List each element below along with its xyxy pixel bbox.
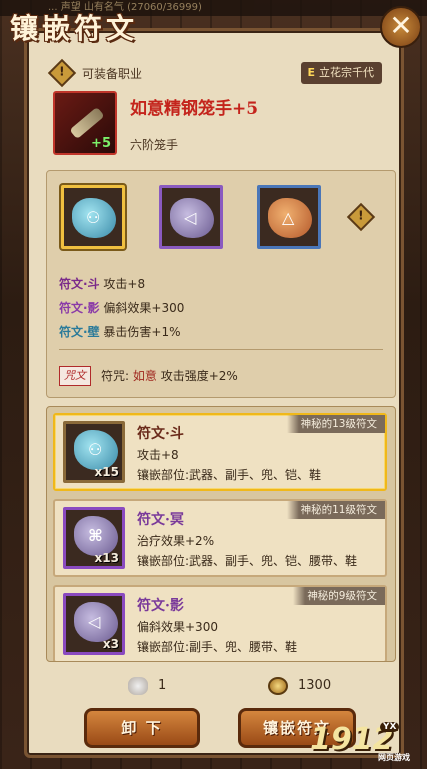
rune-stat: 攻击+8 [137, 448, 179, 462]
orange-rune-stone-icon: △ [268, 198, 312, 238]
item-name: 如意精钢笼手+5 [130, 99, 259, 119]
socket-info-icon[interactable]: ! [346, 202, 376, 232]
rune-item-icon: ◁ x3 [63, 593, 125, 655]
item-subtitle: 六阶笼手 [130, 138, 179, 152]
rune-name: 符文·斗 [137, 426, 184, 442]
curse-line: 符咒: 如意 攻击强度+2% [101, 367, 238, 384]
rune-slots: 镶嵌部位:武器、副手、兜、铠、鞋 [137, 468, 322, 482]
rune-level-tag: 神秘的13级符文 [286, 415, 385, 433]
rune-list[interactable]: ⚇ x15 符文·斗 神秘的13级符文 攻击+8 镶嵌部位:武器、副手、兜、铠、… [46, 406, 396, 662]
rune-item-icon: ⚇ x15 [63, 421, 125, 483]
coin-icon [268, 676, 288, 695]
curse-rune: 如意 [132, 369, 157, 383]
socket-stat-effect: 攻击+8 [103, 277, 146, 291]
curse-label: 符咒: [101, 369, 130, 383]
rune-list-item[interactable]: ⌘ x13 符文·冥 神秘的11级符文 治疗效果+2% 镶嵌部位:武器、副手、兜… [53, 499, 387, 577]
close-icon: ✕ [389, 9, 413, 42]
class-badge-letter: E [307, 66, 315, 79]
class-row: ! 可装备职业 E 立花宗千代 [47, 58, 392, 87]
gauntlet-icon [69, 106, 105, 140]
site-watermark-logo: 1912 YX 网页游戏 [310, 722, 422, 766]
socket-panel: ⚇ ◁ △ ! 符文·斗 攻击+8 符文·影 偏斜效果+300 符文·壁 暴击伤… [46, 170, 396, 398]
socket-stat-effect: 偏斜效果+300 [103, 301, 185, 315]
curse-tag: 咒文 [59, 366, 91, 386]
rune-socket-2[interactable]: ◁ [159, 185, 223, 249]
purple-rune-stone-icon: ◁ [74, 602, 118, 642]
coin-amount: 1300 [298, 678, 332, 693]
rune-level-tag: 神秘的11级符文 [286, 501, 385, 519]
rune-socket-3[interactable]: △ [257, 185, 321, 249]
divider [59, 349, 383, 350]
teal-rune-stone-icon: ⚇ [72, 198, 116, 238]
purple-rune-stone-icon: ◁ [170, 198, 214, 238]
rune-socket-1[interactable]: ⚇ [61, 185, 125, 249]
curse-effect: 攻击强度+2% [160, 369, 238, 383]
socket-stat-1: 符文·斗 攻击+8 [59, 275, 145, 292]
socket-stat-rune: 符文·斗 [59, 277, 100, 291]
socket-stat-rune: 符文·壁 [59, 325, 100, 339]
rune-slots: 镶嵌部位:副手、兜、腰带、鞋 [137, 640, 298, 654]
rune-stat: 治疗效果+2% [137, 534, 215, 548]
teal-rune-stone-icon: ⚇ [74, 430, 118, 470]
item-plus-level: +5 [91, 136, 111, 151]
rune-name: 符文·冥 [137, 512, 184, 528]
rune-count: x15 [94, 465, 119, 479]
rune-count: x3 [102, 637, 119, 651]
socket-stat-2: 符文·影 偏斜效果+300 [59, 299, 184, 316]
rune-stone-currency: 1 [128, 674, 166, 698]
socket-stat-effect: 暴击伤害+1% [103, 325, 181, 339]
stone-amount: 1 [158, 678, 167, 693]
rune-name: 符文·影 [137, 598, 184, 614]
socket-stat-3: 符文·壁 暴击伤害+1% [59, 323, 180, 340]
watermark-sub: 网页游戏 [378, 753, 410, 762]
rune-stat: 偏斜效果+300 [137, 620, 218, 634]
class-badge: E 立花宗千代 [301, 62, 382, 84]
rune-count: x13 [94, 551, 119, 565]
watermark-badge: YX [380, 722, 400, 732]
coin-currency: 1300 [268, 674, 331, 698]
class-badge-name: 立花宗千代 [319, 66, 374, 79]
rune-level-tag: 神秘的9级符文 [293, 587, 385, 605]
panel-title: 镶嵌符文 [10, 12, 139, 45]
rune-item-icon: ⌘ x13 [63, 507, 125, 569]
socket-stat-rune: 符文·影 [59, 301, 100, 315]
stone-icon [128, 676, 148, 695]
unequip-button[interactable]: 卸 下 [84, 708, 200, 748]
rune-list-item[interactable]: ⚇ x15 符文·斗 神秘的13级符文 攻击+8 镶嵌部位:武器、副手、兜、铠、… [53, 413, 387, 491]
info-icon[interactable]: ! [47, 58, 77, 87]
rune-list-item[interactable]: ◁ x3 符文·影 神秘的9级符文 偏斜效果+300 镶嵌部位:副手、兜、腰带、… [53, 585, 387, 661]
close-button[interactable]: ✕ [380, 6, 422, 48]
equipment-icon[interactable]: +5 [53, 91, 117, 155]
purple-rune-stone-icon: ⌘ [74, 516, 118, 556]
rune-slots: 镶嵌部位:武器、副手、兜、铠、腰带、鞋 [137, 554, 358, 568]
class-label: 可装备职业 [82, 67, 143, 81]
